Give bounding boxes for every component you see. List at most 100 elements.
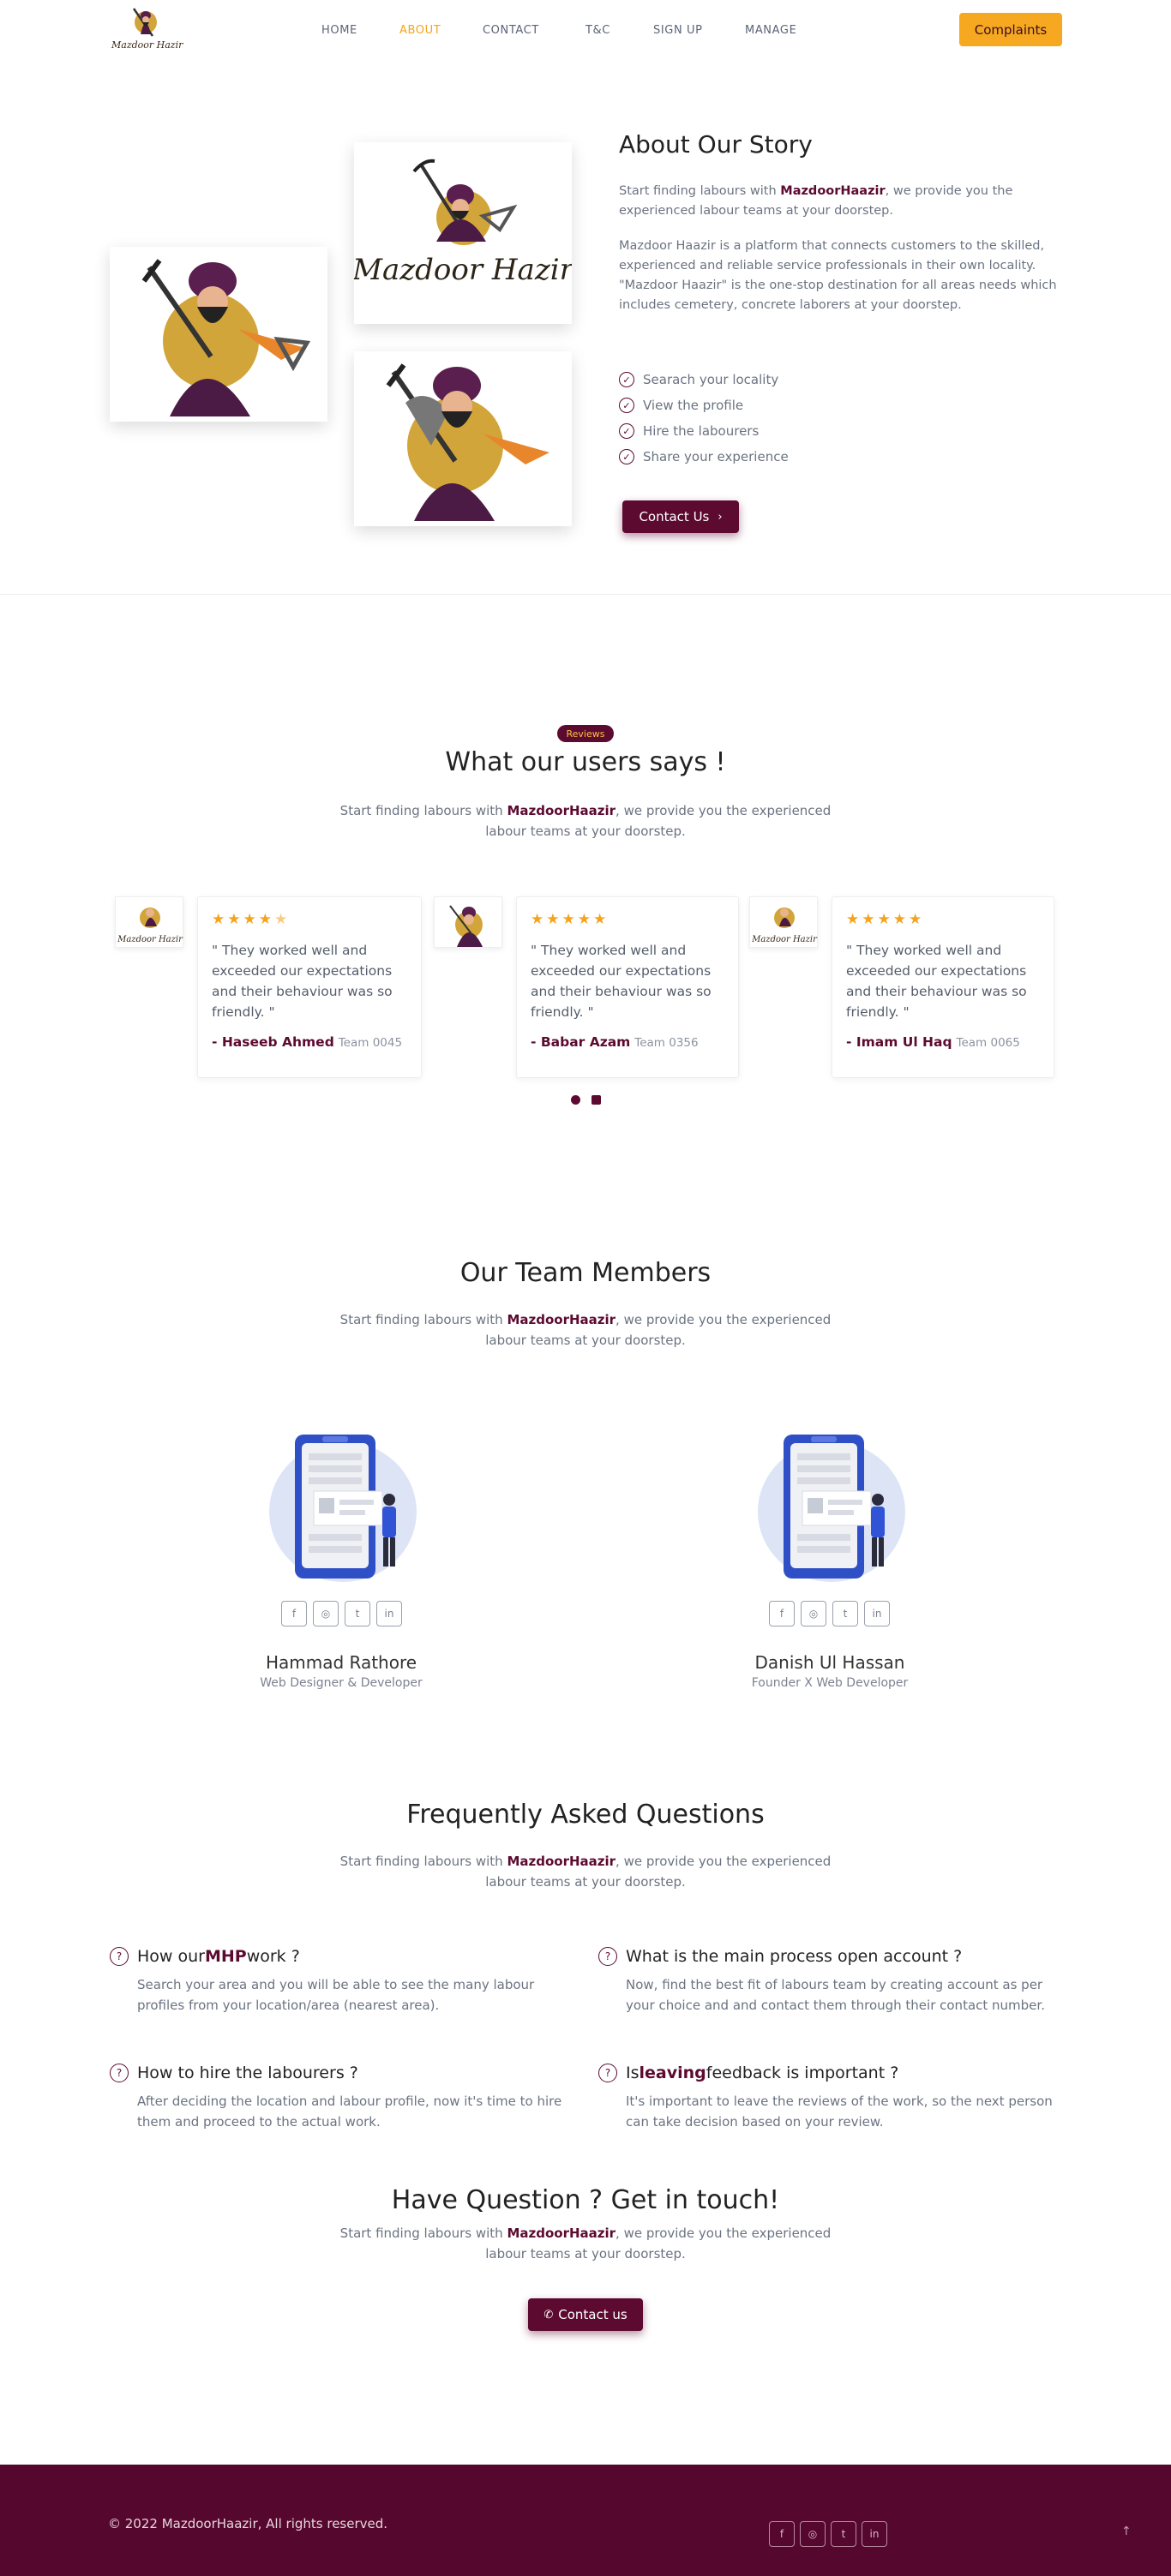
question-text: Is xyxy=(626,2064,640,2082)
facebook-icon[interactable]: f xyxy=(769,2521,795,2547)
nav-about[interactable]: ABOUT xyxy=(399,24,441,37)
instagram-icon[interactable]: ◎ xyxy=(801,1601,826,1626)
check-circle-icon: ✓ xyxy=(619,398,634,413)
reviewer-avatar: Mazdoor Hazir xyxy=(749,896,818,948)
faq-question[interactable]: ? What is the main process open account … xyxy=(598,1947,962,1966)
carousel-dot[interactable] xyxy=(592,1095,601,1105)
question-text: What is the main process open account ? xyxy=(626,1947,963,1966)
labourer-illustration-icon xyxy=(141,259,311,416)
subtitle-text: Start finding labours with xyxy=(339,1854,507,1869)
feature-label: Searach your locality xyxy=(643,372,779,387)
carousel-dot-active[interactable] xyxy=(571,1095,580,1105)
subtitle-text: Start finding labours with xyxy=(339,803,507,818)
linkedin-icon[interactable]: in xyxy=(376,1601,402,1626)
question-circle-icon: ? xyxy=(598,2064,617,2082)
member-role: Founder X Web Developer xyxy=(751,1676,909,1690)
brand-name: MazdoorHaazir xyxy=(507,1312,616,1327)
question-highlight: MHP xyxy=(204,1947,247,1966)
member-name: Danish Ul Hassan xyxy=(754,1652,905,1673)
back-to-top-icon[interactable]: ↑ xyxy=(1121,2525,1132,2538)
review-author: - Haseeb Ahmed Team 0045 xyxy=(212,1034,407,1050)
site-logo[interactable]: Mazdoor Hazir xyxy=(108,3,190,53)
star-rating: ★★★★★ xyxy=(212,911,407,928)
button-label: Contact Us xyxy=(639,509,710,524)
question-circle-icon: ? xyxy=(110,1947,129,1966)
labourer-illustration-icon xyxy=(449,905,483,947)
star-half-icon: ★ xyxy=(273,911,291,928)
logo-wordmark: Mazdoor Hazir xyxy=(354,253,572,287)
twitter-icon[interactable]: t xyxy=(832,1601,858,1626)
instagram-icon[interactable]: ◎ xyxy=(313,1601,339,1626)
about-description: Mazdoor Haazir is a platform that connec… xyxy=(619,239,1057,312)
reviewer-name: - Haseeb Ahmed xyxy=(212,1034,334,1050)
reviews-subtitle: Start finding labours with MazdoorHaazir… xyxy=(328,800,843,842)
phone-icon: ✆ xyxy=(543,2308,554,2321)
labourer-logo-icon xyxy=(132,8,157,37)
member-photo xyxy=(749,1423,912,1585)
faq-question[interactable]: ? How our MHP work ? xyxy=(110,1947,300,1966)
contact-subtitle: Start finding labours with MazdoorHaazir… xyxy=(328,2223,843,2264)
labourer-logo-icon: Mazdoor Hazir xyxy=(351,159,575,287)
faq-question[interactable]: ? Is leaving feedback is important ? xyxy=(598,2064,898,2082)
question-text: work ? xyxy=(246,1947,300,1966)
reviewer-team: Team 0065 xyxy=(956,1036,1020,1050)
subtitle-text: Start finding labours with xyxy=(339,1312,507,1327)
complaints-button[interactable]: Complaints xyxy=(959,13,1062,46)
review-text: " They worked well and exceeded our expe… xyxy=(846,943,1027,1020)
contact-us-button[interactable]: ✆ Contact us xyxy=(528,2298,643,2331)
question-text: feedback is important ? xyxy=(706,2064,899,2082)
review-text: " They worked well and exceeded our expe… xyxy=(531,943,712,1020)
linkedin-icon[interactable]: in xyxy=(862,2521,887,2547)
member-role: Web Designer & Developer xyxy=(260,1676,423,1690)
review-card: ★★★★★ " They worked well and exceeded ou… xyxy=(516,896,739,1078)
stars: ★★★★ xyxy=(212,911,274,928)
faq-title: Frequently Asked Questions xyxy=(406,1800,765,1830)
reviews-title: What our users says ! xyxy=(445,747,726,777)
brand-name: MazdoorHaazir xyxy=(507,1854,616,1869)
team-title: Our Team Members xyxy=(459,1258,712,1288)
twitter-icon[interactable]: t xyxy=(831,2521,856,2547)
nav-tnc[interactable]: T&C xyxy=(586,24,610,37)
about-title: About Our Story xyxy=(619,130,813,159)
check-circle-icon: ✓ xyxy=(619,423,634,439)
question-text: How to hire the labourers ? xyxy=(137,2064,358,2082)
question-circle-icon: ? xyxy=(110,2064,129,2082)
stars: ★★★★★ xyxy=(531,911,610,928)
star-rating: ★★★★★ xyxy=(531,911,724,928)
footer-social-links: f ◎ t in xyxy=(769,2521,887,2547)
about-labourer-image-left xyxy=(110,247,327,422)
intro-text: Start finding labours with xyxy=(619,184,781,198)
instagram-icon[interactable]: ◎ xyxy=(800,2521,826,2547)
reviewer-name: - Imam Ul Haq xyxy=(846,1034,952,1050)
reviewer-avatar xyxy=(434,896,502,948)
team-subtitle: Start finding labours with MazdoorHaazir… xyxy=(328,1309,843,1351)
facebook-icon[interactable]: f xyxy=(769,1601,795,1626)
faq-answer: After deciding the location and labour p… xyxy=(137,2094,562,2130)
nav-manage[interactable]: MANAGE xyxy=(745,24,796,37)
logo-wordmark: Mazdoor Hazir xyxy=(111,39,183,51)
feature-item: ✓ Hire the labourers xyxy=(619,423,759,439)
member-social-links: f ◎ t in xyxy=(281,1601,402,1626)
faq-answer: It's important to leave the reviews of t… xyxy=(626,2094,1053,2130)
faq-question[interactable]: ? How to hire the labourers ? xyxy=(110,2064,358,2082)
labourer-illustration-icon xyxy=(386,363,549,521)
twitter-icon[interactable]: t xyxy=(345,1601,370,1626)
chevron-right-icon: › xyxy=(718,510,723,524)
nav-contact[interactable]: CONTACT xyxy=(483,24,539,37)
stars: ★★★★★ xyxy=(846,911,925,928)
labourer-logo-icon: Mazdoor Hazir xyxy=(117,908,183,944)
contact-us-button[interactable]: Contact Us › xyxy=(622,500,739,533)
linkedin-icon[interactable]: in xyxy=(864,1601,890,1626)
facebook-icon[interactable]: f xyxy=(281,1601,307,1626)
profile-illustration-icon xyxy=(269,1435,417,1582)
nav-home[interactable]: HOME xyxy=(321,24,357,37)
question-text: How our xyxy=(137,1947,205,1966)
review-author: - Babar Azam Team 0356 xyxy=(531,1034,724,1050)
about-intro: Start finding labours with MazdoorHaazir… xyxy=(619,182,1063,221)
brand-name: MazdoorHaazir xyxy=(507,803,616,818)
question-highlight: leaving xyxy=(639,2064,706,2082)
nav-signup[interactable]: SIGN UP xyxy=(653,24,703,37)
reviewer-team: Team 0356 xyxy=(634,1036,699,1050)
copyright-text: © 2022 MazdoorHaazir, All rights reserve… xyxy=(108,2516,388,2531)
top-navbar: Mazdoor Hazir HOME ABOUT CONTACT T&C SIG… xyxy=(0,0,1171,60)
